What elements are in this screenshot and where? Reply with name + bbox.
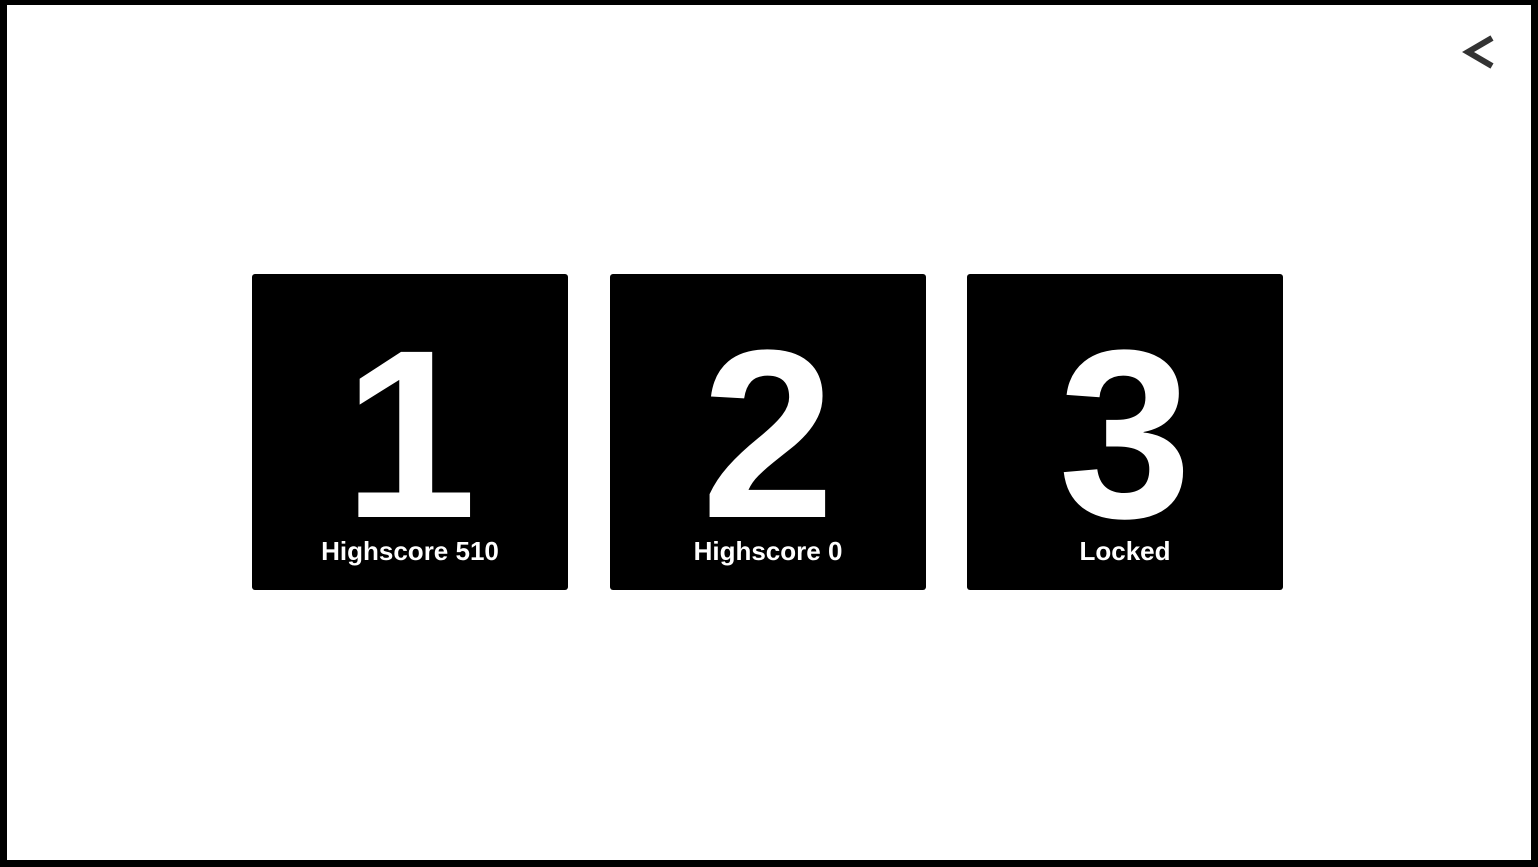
chevron-left-icon: [1462, 32, 1498, 72]
level-highscore: Highscore 0: [693, 536, 843, 566]
level-select-screen: 1 Highscore 510 2 Highscore 0 3 Locked: [7, 5, 1531, 860]
level-number: 1: [343, 300, 477, 568]
level-number: 2: [701, 300, 835, 568]
level-tile-3[interactable]: 3 Locked: [967, 274, 1283, 590]
level-highscore: Highscore 510: [321, 536, 499, 566]
level-tile-1[interactable]: 1 Highscore 510: [252, 274, 568, 590]
back-button[interactable]: [1455, 27, 1505, 77]
level-tile-2[interactable]: 2 Highscore 0: [610, 274, 926, 590]
level-locked-label: Locked: [1079, 536, 1171, 566]
level-number: 3: [1058, 300, 1192, 568]
